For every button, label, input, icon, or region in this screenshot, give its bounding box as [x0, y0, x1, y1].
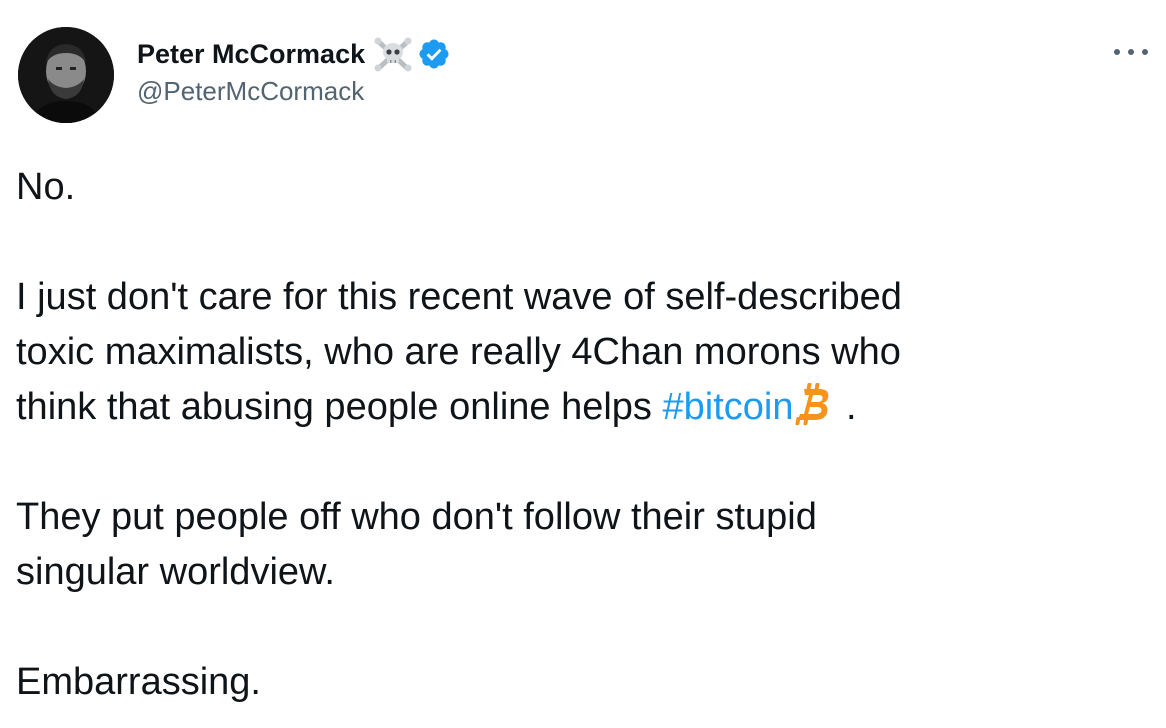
tweet-line: I just don't care for this recent wave o…: [16, 276, 902, 318]
more-options-icon[interactable]: [1114, 40, 1148, 64]
tweet-text-segment: think that abusing people online helps: [16, 386, 663, 428]
handle[interactable]: @PeterMcCormack: [137, 76, 451, 107]
bitcoin-icon: [795, 383, 829, 425]
tweet-line: toxic maximalists, who are really 4Chan …: [16, 331, 901, 373]
display-name[interactable]: Peter McCormack: [137, 39, 365, 70]
tweet-line: Embarrassing.: [16, 661, 261, 703]
tweet-card: Peter McCormack @PeterMcCormack No. I ju…: [0, 0, 1166, 728]
tweet-line: think that abusing people online helps #…: [16, 380, 1146, 435]
tweet-line: They put people off who don't follow the…: [16, 496, 817, 538]
skull-and-crossbones-icon: [374, 37, 412, 72]
verified-badge-icon: [419, 39, 449, 69]
tweet-line: singular worldview.: [16, 551, 335, 593]
author-info: Peter McCormack @PeterMcCormack: [137, 36, 451, 107]
tweet-text: No. I just don't care for this recent wa…: [16, 160, 1146, 710]
tweet-line: No.: [16, 166, 76, 208]
name-row: Peter McCormack: [137, 36, 451, 72]
avatar[interactable]: [18, 27, 114, 123]
hashtag-link[interactable]: #bitcoin: [662, 386, 793, 428]
tweet-text-segment: .: [835, 386, 857, 428]
